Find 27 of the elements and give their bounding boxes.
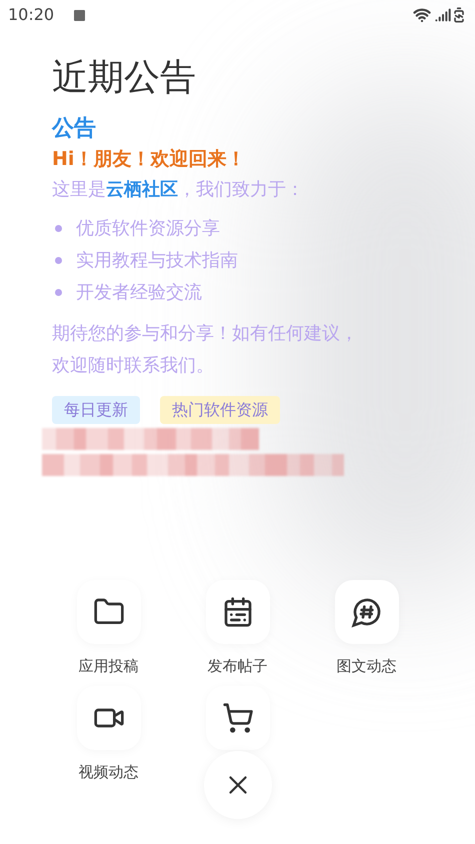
battery-icon — [451, 7, 467, 23]
notification-icon — [74, 10, 86, 20]
greeting-text: Hi！朋友！欢迎回来！ — [52, 147, 246, 172]
action-tile[interactable] — [206, 580, 270, 644]
page-title: 近期公告 — [52, 56, 197, 100]
action-label: 视频动态 — [78, 762, 138, 782]
action-tile[interactable] — [334, 580, 398, 644]
tag: 每日更新 — [52, 396, 140, 424]
bullet-text: 实用教程与技术指南 — [76, 248, 238, 272]
intro-text: 这里是云栖社区，我们致力于： — [52, 178, 305, 202]
wifi-icon — [413, 6, 431, 24]
action-tile[interactable] — [76, 686, 140, 750]
signal-icon — [435, 7, 451, 23]
cart-icon — [222, 702, 254, 734]
closing-text: 期待您的参与和分享！如有任何建议，欢迎随时联系我们。 — [52, 322, 359, 378]
notice-heading: 公告 — [52, 115, 97, 143]
bullet-text: 开发者经验交流 — [76, 280, 202, 304]
action-label: 发布帖子 — [208, 656, 268, 676]
tag: 热门软件资源 — [160, 396, 280, 424]
status-time: 10:20 — [8, 4, 54, 26]
calendar-icon — [222, 596, 254, 628]
hashtag-chat-icon — [350, 596, 382, 628]
bullet-text: 优质软件资源分享 — [76, 216, 220, 240]
action-label: 图文动态 — [336, 656, 396, 676]
action-tile[interactable] — [76, 580, 140, 644]
action-label: 应用投稿 — [78, 656, 138, 676]
action-tile[interactable] — [206, 686, 270, 750]
